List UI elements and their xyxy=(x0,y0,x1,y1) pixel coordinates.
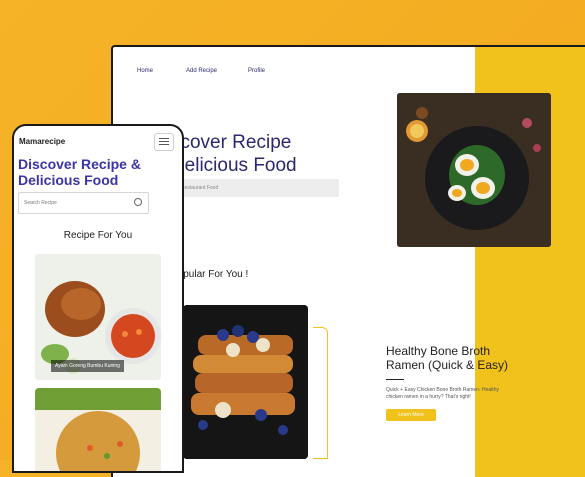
mobile-card-label: Ayam Goreng Bumbu Kuning xyxy=(51,360,124,372)
french-toast-illustration xyxy=(183,305,308,459)
hero-food-illustration xyxy=(397,93,551,247)
mobile-brand: Mamarecipe xyxy=(19,137,66,146)
mobile-section-title: Recipe For You xyxy=(63,230,133,241)
hero-search-input[interactable]: Restaurant Food xyxy=(175,179,339,197)
feature-recipe-description: Quick + Easy Chicken Bone Broth Ramen- H… xyxy=(386,387,499,400)
mobile-search-input[interactable]: Search Recipe xyxy=(18,192,149,214)
nav-profile[interactable]: Profile xyxy=(248,68,265,74)
mobile-search-placeholder: Search Recipe xyxy=(24,200,57,206)
popular-card-frame xyxy=(313,327,328,459)
feature-recipe-title: Healthy Bone Broth Ramen (Quick & Easy) xyxy=(386,344,509,372)
nav-add-recipe[interactable]: Add Recipe xyxy=(186,68,217,74)
nav-home[interactable]: Home xyxy=(137,68,153,74)
mobile-recipe-card[interactable]: Ayam Goreng Bumbu Kuning xyxy=(35,254,161,380)
mobile-hero-title: Discover Recipe & Delicious Food xyxy=(18,156,141,188)
feature-divider xyxy=(386,379,404,380)
fried-rice-illustration xyxy=(35,388,161,471)
learn-more-button[interactable]: Learn More xyxy=(386,409,436,421)
popular-food-image[interactable] xyxy=(183,305,308,459)
hamburger-menu-icon[interactable] xyxy=(154,133,174,151)
search-icon[interactable] xyxy=(134,198,142,206)
mobile-recipe-card[interactable] xyxy=(35,388,161,471)
mobile-mockup: Mamarecipe Discover Recipe & Delicious F… xyxy=(12,124,184,473)
hero-food-image xyxy=(397,93,551,247)
